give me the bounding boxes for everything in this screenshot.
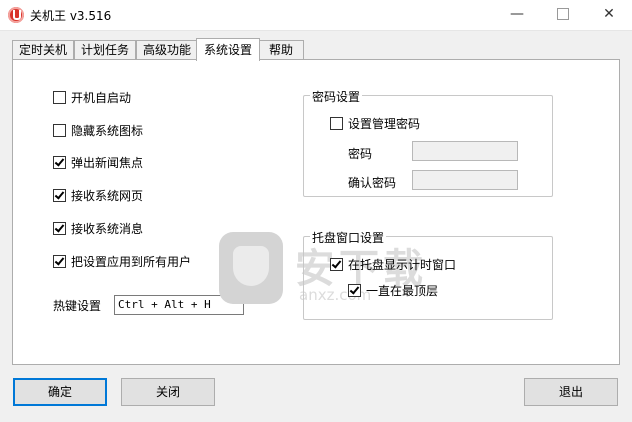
tab-help[interactable]: 帮助 [258,40,304,60]
news-popup-checkbox[interactable] [53,156,66,169]
hotkey-label: 热键设置 [53,299,102,313]
password-label: 密码 [348,147,373,161]
news-popup-label: 弹出新闻焦点 [71,156,144,170]
password-field[interactable] [412,141,518,161]
confirm-password-label: 确认密码 [348,176,397,190]
tab-system-settings[interactable]: 系统设置 [196,38,260,61]
confirm-password-field[interactable] [412,170,518,190]
tab-timed-shutdown[interactable]: 定时关机 [12,40,74,60]
show-timer-window-checkbox[interactable] [330,258,343,271]
tab-scheduled-tasks[interactable]: 计划任务 [74,40,136,60]
minimize-button[interactable]: — [494,0,540,30]
hotkey-input[interactable]: Ctrl + Alt + H [114,295,244,315]
ok-button[interactable]: 确定 [13,378,107,406]
receive-messages-checkbox[interactable] [53,222,66,235]
apply-all-users-checkbox[interactable] [53,255,66,268]
exit-button[interactable]: 退出 [524,378,618,406]
receive-messages-label: 接收系统消息 [71,222,144,236]
always-on-top-checkbox[interactable] [348,284,361,297]
always-on-top-label: 一直在最顶层 [366,284,439,298]
tray-window-settings-group: 托盘窗口设置 在托盘显示计时窗口 一直在最顶层 [303,229,553,320]
show-timer-window-label: 在托盘显示计时窗口 [348,258,457,272]
close-button[interactable]: 关闭 [121,378,215,406]
apply-all-users-label: 把设置应用到所有用户 [71,255,192,269]
shield-watermark-icon [219,232,283,304]
window-title: 关机王 v3.516 [30,9,112,23]
maximize-icon [557,8,569,20]
hide-tray-icon-checkbox[interactable] [53,124,66,137]
autostart-checkbox[interactable] [53,91,66,104]
tab-advanced[interactable]: 高级功能 [136,40,198,60]
set-admin-password-label: 设置管理密码 [348,117,421,131]
title-bar: 关机王 v3.516 — ✕ [0,0,632,31]
password-group-title: 密码设置 [310,88,363,105]
receive-webpage-checkbox[interactable] [53,189,66,202]
password-settings-group: 密码设置 设置管理密码 密码 确认密码 [303,88,553,197]
tray-group-title: 托盘窗口设置 [310,229,387,246]
autostart-label: 开机自启动 [71,91,132,105]
maximize-button[interactable] [540,0,586,30]
set-admin-password-checkbox[interactable] [330,117,343,130]
system-settings-panel: 开机自启动 隐藏系统图标 弹出新闻焦点 接收系统网页 接收系统消息 把设置应用到… [12,59,620,365]
receive-webpage-label: 接收系统网页 [71,189,144,203]
close-window-button[interactable]: ✕ [586,0,632,30]
hide-tray-icon-label: 隐藏系统图标 [71,124,144,138]
power-app-icon [8,7,24,23]
